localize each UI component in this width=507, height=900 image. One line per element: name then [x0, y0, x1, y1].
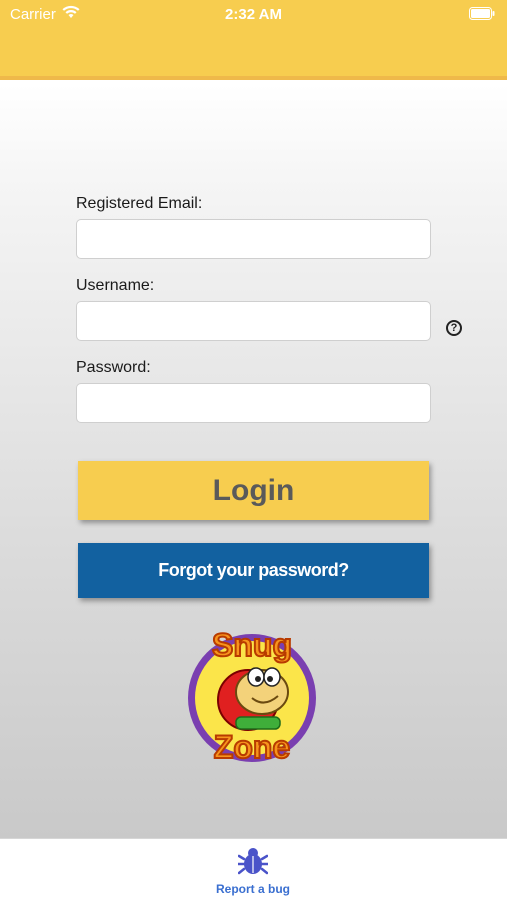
status-bar: Carrier 2:32 AM [0, 0, 507, 80]
report-bug-label: Report a bug [216, 882, 290, 896]
clock: 2:32 AM [225, 6, 282, 23]
battery-icon [469, 7, 495, 20]
tab-bar: Report a bug [0, 838, 507, 900]
password-field[interactable] [76, 383, 431, 423]
report-bug-tab[interactable]: Report a bug [203, 847, 303, 896]
email-field[interactable] [76, 219, 431, 259]
username-field[interactable] [76, 301, 431, 341]
email-label: Registered Email: [76, 195, 203, 212]
snug-zone-logo: Snug Zone [188, 626, 316, 766]
username-help-icon[interactable]: ? [446, 320, 462, 336]
username-label: Username: [76, 277, 155, 294]
password-label: Password: [76, 359, 151, 376]
logo-text-top: Snug [212, 627, 292, 663]
login-button[interactable]: Login [78, 461, 429, 520]
forgot-password-button[interactable]: Forgot your password? [78, 543, 429, 598]
bug-icon [236, 848, 270, 875]
logo-text-bottom: Zone [214, 729, 290, 765]
